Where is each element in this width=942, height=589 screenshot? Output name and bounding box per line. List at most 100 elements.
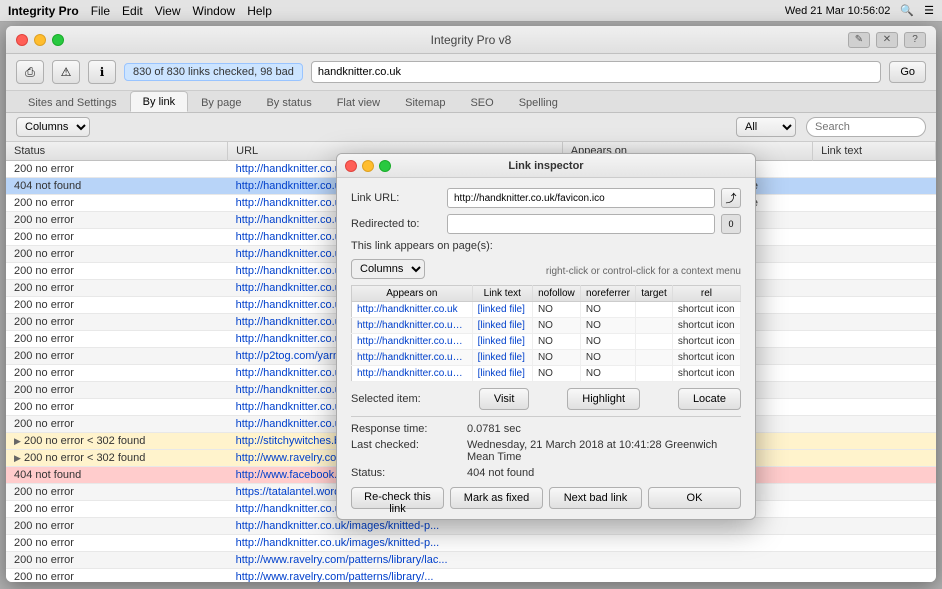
modal-min-btn[interactable] [362,160,374,172]
cell-status: 200 no error [6,501,228,518]
table-row[interactable]: 200 no errorhttp://www.ravelry.com/patte… [6,552,936,569]
locate-btn[interactable]: Locate [678,388,741,410]
last-checked-label: Last checked: [351,439,461,451]
col-status[interactable]: Status [6,142,228,161]
table-row[interactable]: 200 no errorhttp://www.ravelry.com/patte… [6,569,936,583]
redirected-label: Redirected to: [351,218,441,230]
datetime-text: Wed 21 Mar 10:56:02 [785,5,891,17]
cell-url: http://handknitter.co.uk/images/knitted-… [228,535,563,552]
tab-by-page[interactable]: By page [189,93,253,112]
modal-table-row[interactable]: http://handknitter.co.uk/knitting_abbrev… [352,366,741,382]
print-btn[interactable]: ⎙ [16,60,44,84]
search-icon[interactable]: 🔍 [900,4,914,17]
columns-select[interactable]: Columns [16,117,90,137]
cell-status: 200 no error [6,280,228,297]
cell-status: 200 no error [6,382,228,399]
modal-cell-noreferrer: NO [580,350,635,366]
cell-status: 200 no error [6,399,228,416]
cell-linktext [813,246,936,263]
modal-cell-appears: http://handknitter.co.uk/knitting_needle… [352,350,473,366]
redirected-input[interactable] [447,214,715,234]
warn-btn[interactable]: ⚠ [52,60,80,84]
tab-sites-settings[interactable]: Sites and Settings [16,93,129,112]
cell-status: ▶ 200 no error < 302 found [6,433,228,450]
col-link-text[interactable]: Link text [472,286,532,302]
tab-by-link[interactable]: By link [130,91,188,112]
modal-columns-select[interactable]: Columns [351,259,425,279]
col-target[interactable]: target [636,286,673,302]
highlight-btn[interactable]: Highlight [567,388,640,410]
cell-appears [562,569,812,583]
close-button[interactable] [16,34,28,46]
col-appears-on[interactable]: Appears on [352,286,473,302]
modal-table-row[interactable]: http://handknitter.co.uk[linked file]NON… [352,302,741,318]
tabbar: Sites and Settings By link By page By st… [6,91,936,113]
search-input[interactable] [806,117,926,137]
cell-linktext [813,195,936,212]
menu-icon[interactable]: ☰ [924,4,934,17]
go-button[interactable]: Go [889,61,926,83]
cell-status: 200 no error [6,297,228,314]
tab-sitemap[interactable]: Sitemap [393,93,457,112]
toolbar-btn-1[interactable]: ✎ [848,32,870,48]
table-row[interactable]: 200 no errorhttp://handknitter.co.uk/ima… [6,535,936,552]
cell-status: 404 not found [6,467,228,484]
visit-btn[interactable]: Visit [479,388,530,410]
link-url-row: Link URL: ⤴ [351,188,741,208]
modal-max-btn[interactable] [379,160,391,172]
modal-cell-link_text: [linked file] [472,350,532,366]
response-time-label: Response time: [351,423,461,435]
cell-linktext [813,399,936,416]
maximize-button[interactable] [52,34,64,46]
cell-status: 200 no error [6,552,228,569]
cell-linktext [813,450,936,467]
cell-status: 200 no error [6,365,228,382]
menu-file[interactable]: File [91,4,110,18]
modal-table-row[interactable]: http://handknitter.co.uk/knitting_needle… [352,350,741,366]
url-input[interactable] [311,61,881,83]
cell-linktext [813,552,936,569]
menu-window[interactable]: Window [193,4,236,18]
tab-seo[interactable]: SEO [458,93,505,112]
modal-close-btn[interactable] [345,160,357,172]
modal-table-row[interactable]: http://handknitter.co.uk/about_me.html[l… [352,318,741,334]
col-noreferrer[interactable]: noreferrer [580,286,635,302]
last-checked-row: Last checked: Wednesday, 21 March 2018 a… [351,439,741,463]
minimize-button[interactable] [34,34,46,46]
next-bad-btn[interactable]: Next bad link [549,487,642,509]
cell-url: http://www.ravelry.com/patterns/library/… [228,569,563,583]
info-btn[interactable]: ℹ [88,60,116,84]
modal-divider [351,416,741,417]
link-url-input[interactable] [447,188,715,208]
col-rel[interactable]: rel [672,286,740,302]
table-row[interactable]: 200 no errorhttp://handknitter.co.uk/ima… [6,518,936,535]
menu-edit[interactable]: Edit [122,4,143,18]
modal-cell-rel: shortcut icon [672,350,740,366]
modal-table-row[interactable]: http://handknitter.co.uk/index.html[link… [352,334,741,350]
filter-select[interactable]: All [736,117,796,137]
recheck-btn[interactable]: Re-check this link [351,487,444,509]
selected-item-label: Selected item: [351,393,441,405]
menu-help[interactable]: Help [247,4,272,18]
modal-cell-nofollow: NO [532,318,580,334]
tab-by-status[interactable]: By status [254,93,323,112]
copy-url-btn[interactable]: ⤴ [721,188,741,208]
cell-linktext [813,212,936,229]
cell-linktext [813,314,936,331]
mark-fixed-btn[interactable]: Mark as fixed [450,487,543,509]
toolbar-btn-3[interactable]: ? [904,32,926,48]
tab-spelling[interactable]: Spelling [507,93,570,112]
cell-linktext [813,297,936,314]
status-badge: 830 of 830 links checked, 98 bad [124,63,303,81]
cell-status: ▶ 200 no error < 302 found [6,450,228,467]
tab-flat-view[interactable]: Flat view [325,93,392,112]
col-linktext[interactable]: Link text [813,142,936,161]
cell-status: 200 no error [6,229,228,246]
col-nofollow[interactable]: nofollow [532,286,580,302]
modal-cell-target [636,318,673,334]
toolbar-btn-2[interactable]: ✕ [876,32,898,48]
link-inspector-modal: Link inspector Link URL: ⤴ Redirected to… [336,153,756,520]
menu-view[interactable]: View [155,4,181,18]
ok-btn[interactable]: OK [648,487,741,509]
filterbar: Columns All [6,113,936,142]
